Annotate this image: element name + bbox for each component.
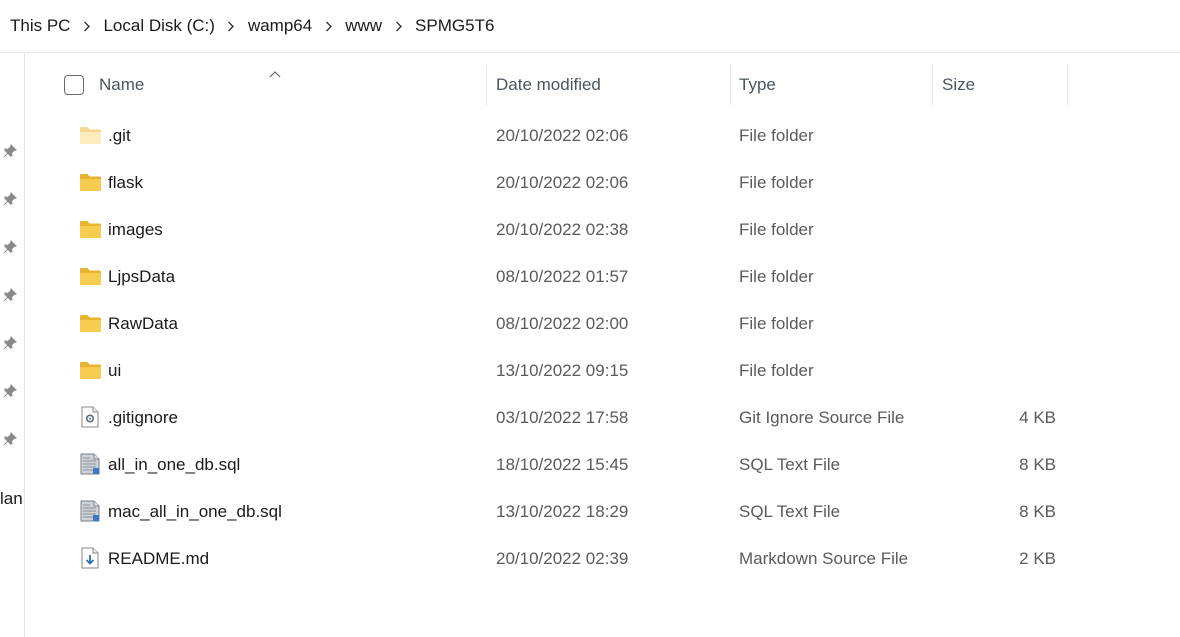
chevron-right-icon[interactable] — [312, 16, 345, 36]
file-list: Name Date modified Type Size .git 20/10/2… — [25, 53, 1180, 637]
file-size: 8 KB — [1019, 502, 1056, 521]
file-type: SQL Text File — [739, 502, 841, 521]
folder-icon — [78, 218, 102, 240]
file-name: images — [108, 220, 163, 239]
file-type: Markdown Source File — [739, 549, 909, 568]
pin-icon[interactable] — [2, 191, 18, 207]
pin-icon[interactable] — [2, 335, 18, 351]
table-row[interactable]: RawData 08/10/2022 02:00 File folder — [25, 301, 1180, 348]
pin-icon[interactable] — [2, 143, 18, 159]
file-name: .git — [108, 126, 131, 145]
file-date-modified: 18/10/2022 15:45 — [496, 455, 629, 474]
file-date-modified: 20/10/2022 02:06 — [496, 173, 629, 192]
file-name: mac_all_in_one_db.sql — [108, 502, 282, 521]
file-name: README.md — [108, 549, 210, 568]
table-row[interactable]: flask 20/10/2022 02:06 File folder — [25, 160, 1180, 207]
file-date-modified: 08/10/2022 01:57 — [496, 267, 629, 286]
file-date-modified: 20/10/2022 02:38 — [496, 220, 629, 239]
file-type: File folder — [739, 361, 814, 380]
file-date-modified: 03/10/2022 17:58 — [496, 408, 629, 427]
pin-icon[interactable] — [2, 287, 18, 303]
sort-ascending-icon — [269, 63, 281, 78]
file-name: flask — [108, 173, 143, 192]
table-row[interactable]: README.md 20/10/2022 02:39 Markdown Source… — [25, 536, 1180, 583]
breadcrumb-this-pc[interactable]: This PC — [10, 16, 70, 36]
file-rows: .git 20/10/2022 02:06 File folder flask 20/1… — [25, 113, 1180, 583]
table-row[interactable]: mac_all_in_one_db.sql 13/10/2022 18:29 SQL… — [25, 489, 1180, 536]
folder-icon — [78, 312, 102, 334]
file-date-modified: 20/10/2022 02:39 — [496, 549, 629, 568]
column-header-size[interactable]: Size — [942, 75, 975, 95]
file-type: File folder — [739, 267, 814, 286]
folder-icon — [78, 359, 102, 381]
file-type: File folder — [739, 126, 814, 145]
file-date-modified: 13/10/2022 09:15 — [496, 361, 629, 380]
chevron-right-icon[interactable] — [70, 16, 103, 36]
folder-hidden-icon — [78, 124, 102, 146]
breadcrumb-wamp64[interactable]: wamp64 — [248, 16, 312, 36]
file-type: File folder — [739, 173, 814, 192]
file-size: 4 KB — [1019, 408, 1056, 427]
table-row[interactable]: ui 13/10/2022 09:15 File folder — [25, 348, 1180, 395]
table-row[interactable]: .gitignore 03/10/2022 17:58 Git Ignore Sou… — [25, 395, 1180, 442]
nav-item-label[interactable]: lan — [0, 489, 23, 509]
table-row[interactable]: .git 20/10/2022 02:06 File folder — [25, 113, 1180, 160]
file-name: RawData — [108, 314, 178, 333]
file-name: all_in_one_db.sql — [108, 455, 241, 474]
navigation-pane: lan — [0, 53, 25, 637]
folder-icon — [78, 265, 102, 287]
pin-icon[interactable] — [2, 431, 18, 447]
column-header-type[interactable]: Type — [739, 75, 776, 95]
select-all-checkbox[interactable] — [64, 75, 84, 95]
file-type: File folder — [739, 314, 814, 333]
table-row[interactable]: all_in_one_db.sql 18/10/2022 15:45 SQL Tex… — [25, 442, 1180, 489]
file-name: .gitignore — [108, 408, 178, 427]
chevron-right-icon[interactable] — [382, 16, 415, 36]
column-divider[interactable] — [1067, 65, 1068, 105]
breadcrumb-www[interactable]: www — [345, 16, 382, 36]
file-type: Git Ignore Source File — [739, 408, 905, 427]
column-divider[interactable] — [730, 65, 731, 105]
column-divider[interactable] — [486, 65, 487, 105]
breadcrumb-current-folder[interactable]: SPMG5T6 — [415, 16, 494, 36]
table-row[interactable]: LjpsData 08/10/2022 01:57 File folder — [25, 254, 1180, 301]
file-date-modified: 08/10/2022 02:00 — [496, 314, 629, 333]
file-date-modified: 13/10/2022 18:29 — [496, 502, 629, 521]
sql-file-icon — [78, 500, 102, 522]
folder-icon — [78, 171, 102, 193]
sql-file-icon — [78, 453, 102, 475]
file-name: LjpsData — [108, 267, 176, 286]
column-header-name[interactable]: Name — [99, 75, 144, 95]
column-divider[interactable] — [932, 65, 933, 105]
markdown-file-icon — [78, 547, 102, 569]
breadcrumb-local-disk[interactable]: Local Disk (C:) — [103, 16, 214, 36]
file-size: 8 KB — [1019, 455, 1056, 474]
chevron-right-icon[interactable] — [215, 16, 248, 36]
file-type: SQL Text File — [739, 455, 841, 474]
column-header-row: Name Date modified Type Size — [25, 65, 1180, 105]
pin-icon[interactable] — [2, 239, 18, 255]
file-name: ui — [108, 361, 122, 380]
file-type: File folder — [739, 220, 814, 239]
column-header-date[interactable]: Date modified — [496, 75, 601, 95]
config-file-icon — [78, 406, 102, 428]
pin-icon[interactable] — [2, 383, 18, 399]
table-row[interactable]: images 20/10/2022 02:38 File folder — [25, 207, 1180, 254]
breadcrumb: This PC Local Disk (C:) wamp64 www SPMG5… — [0, 0, 1180, 53]
file-date-modified: 20/10/2022 02:06 — [496, 126, 629, 145]
file-size: 2 KB — [1019, 549, 1056, 568]
